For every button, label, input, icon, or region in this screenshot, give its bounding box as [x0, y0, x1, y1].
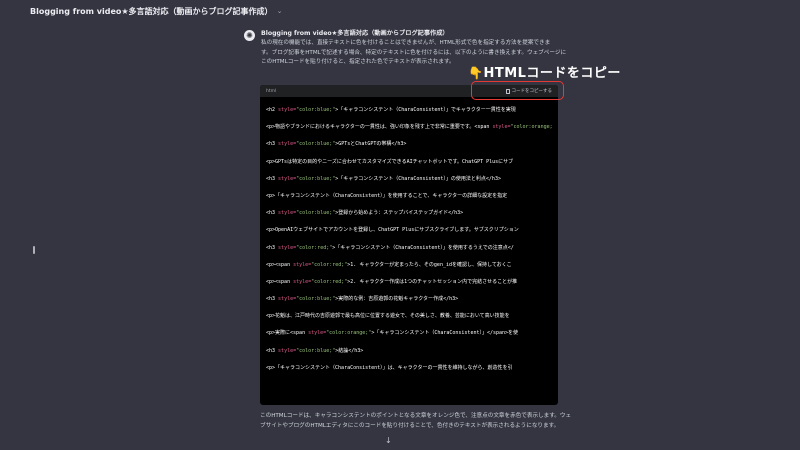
code-token: <p>OpenAIウェブサイトでアカウントを登録し、ChatGPT Plusにサ… [266, 227, 519, 234]
code-line: <p><span style="color:red;">1. キャラクターが定ま… [266, 261, 552, 278]
code-token: >「キャラコンシステント（CharaConsistent）」を使用するうえでの注… [332, 244, 514, 251]
code-line: <p>OpenAIウェブサイトでアカウントを登録し、ChatGPT Plusにサ… [266, 226, 552, 243]
code-token: <h3 [266, 175, 279, 182]
intro-line: す。ブログ記事をHTMLで記述する場合、特定のテキストに色を付けるには、以下のよ… [261, 49, 567, 56]
annotation-highlight-box [471, 81, 564, 100]
code-token: style= [492, 124, 511, 131]
code-token: "color:blue;" [296, 347, 336, 354]
code-token: style= [278, 107, 297, 113]
code-token: style= [278, 296, 297, 303]
code-token: "color:red;" [296, 244, 333, 251]
sidebar-toggle-handle[interactable] [33, 246, 35, 254]
annotation-text: HTMLコードをコピー [483, 66, 621, 81]
code-token: >登録から始めよう：ステップバイステップガイド</h3> [335, 210, 464, 217]
chevron-down-icon[interactable]: ⌄ [277, 7, 283, 15]
code-token: <h3 [266, 141, 279, 148]
code-token: >結論</h3> [335, 347, 364, 354]
code-token: "color:blue;" [296, 210, 336, 217]
code-block: html コードをコピーする <h2 style="color:blue;">「… [260, 85, 558, 405]
after-code-text: このHTMLコードは、キャラコンシステントのポイントとなる文章をオレンジ色で、注… [260, 412, 572, 431]
code-line: <h3 style="color:blue;">登録から始めよう：ステップバイス… [266, 209, 552, 226]
code-token: style= [278, 141, 297, 148]
code-line: <h3 style="color:red;">「キャラコンシステント（Chara… [266, 244, 552, 261]
code-line: <p><span style="color:red;">2. キャラクター作成は… [266, 278, 552, 295]
pointing-hand-icon: 👇 [468, 66, 484, 80]
code-token: <p>「キャラコンシステント（CharaConsistent）」を使用することで… [266, 192, 508, 199]
code-line: <p>花魁は、江戸時代の吉原遊郭で最も高位に位置する遊女で、その美しさ、教養、芸… [266, 312, 552, 329]
intro-line: 私の現在の機能では、直接テキストに色を付けることはできませんが、HTML形式で色… [261, 40, 551, 46]
code-token: >「キャラコンシステント（CharaConsistent）」</span>を使 [371, 330, 519, 337]
code-token: style= [278, 244, 297, 251]
code-token: <h3 [266, 296, 279, 303]
code-token: <h3 [266, 347, 279, 354]
code-token: <p>「キャラコンシステント（CharaConsistent）」は、キャラクター… [266, 364, 513, 371]
code-token: "color:orange;" [326, 330, 372, 337]
code-line: <h3 style="color:blue;">GPTsとChatGPTの帯構<… [266, 140, 552, 157]
code-token: <h2 [266, 107, 279, 113]
code-token: <p>実際に<span [266, 330, 309, 337]
code-token: <h3 [266, 244, 279, 251]
code-line: <h3 style="color:blue;">実際的な例：吉原遊郭の花魁キャラ… [266, 295, 552, 312]
code-token: >「キャラコンシステント（CharaConsistent）」の使用法と利点</h… [335, 175, 501, 182]
after-line: ブサイトやブログのHTMLエディタにこのコードを貼り付けることで、色付きのテキス… [260, 422, 560, 429]
message-author: Blogging from video★多言語対応（動画からブログ記事作成） [261, 30, 449, 37]
gpt-title-dropdown[interactable]: Blogging from video★多言語対応（動画からブログ記事作成） [30, 6, 273, 17]
code-token: style= [278, 347, 297, 354]
code-token: <p>GPTsは特定の目的やニーズに合わせてカスタマイズできるAIチャットボット… [266, 158, 514, 165]
code-token: "color:red;" [311, 261, 348, 268]
code-line: <p>GPTsは特定の目的やニーズに合わせてカスタマイズできるAIチャットボット… [266, 158, 552, 175]
code-token: "color:orange;" [510, 124, 552, 131]
code-token: >実際的な例：吉原遊郭の花魁キャラクター作成</h3> [335, 296, 459, 303]
code-line: <h3 style="color:blue;">結論</h3> [266, 347, 552, 364]
code-line: <p>物語やブランドにおけるキャラクターの一貫性は、強い印象を残す上で非常に重要… [266, 123, 552, 140]
top-bar: Blogging from video★多言語対応（動画からブログ記事作成） ⌄ [0, 0, 800, 22]
code-token: style= [293, 261, 312, 268]
arrow-down-icon[interactable]: ↓ [385, 436, 392, 445]
code-content[interactable]: <h2 style="color:blue;">「キャラコンシステント（Char… [260, 97, 558, 381]
code-token: <p>花魁は、江戸時代の吉原遊郭で最も高位に位置する遊女で、その美しさ、教養、芸… [266, 313, 510, 320]
code-line: <p>「キャラコンシステント（CharaConsistent）」を使用することで… [266, 192, 552, 209]
code-token: style= [293, 278, 312, 285]
code-token: <h3 [266, 210, 279, 217]
code-line: <h3 style="color:blue;">「キャラコンシステント（Char… [266, 175, 552, 192]
code-token: <p>物語やブランドにおけるキャラクターの一貫性は、強い印象を残す上で非常に重要… [266, 124, 493, 131]
code-token: style= [308, 330, 327, 337]
code-token: "color:blue;" [296, 107, 336, 113]
code-token: "color:blue;" [296, 175, 336, 182]
code-token: "color:blue;" [296, 296, 336, 303]
code-token: >「キャラコンシステント（CharaConsistent）」でキャラクター一貫性… [335, 107, 516, 113]
code-line: <p>実際に<span style="color:orange;">「キャラコン… [266, 329, 552, 346]
code-language-label: html [266, 88, 277, 94]
code-token: style= [278, 175, 297, 182]
code-token: >1. キャラクターが定まったら、そのgen_idを確認し、保持しておくこ [347, 261, 512, 268]
code-token: style= [278, 210, 297, 217]
chatgpt-logo-icon: ✺ [244, 30, 255, 41]
annotation-label: 👇HTMLコードをコピー [468, 62, 621, 81]
code-token: <p><span [266, 261, 294, 268]
code-token: >GPTsとChatGPTの帯構</h3> [335, 141, 407, 148]
code-token: >2. キャラクター作成は1つのチャットセッション内で完結させることが推 [347, 278, 518, 285]
code-token: "color:red;" [311, 278, 348, 285]
code-line: <p>「キャラコンシステント（CharaConsistent）」は、キャラクター… [266, 364, 552, 381]
code-token: "color:blue;" [296, 141, 336, 148]
after-line: このHTMLコードは、キャラコンシステントのポイントとなる文章をオレンジ色で、注… [260, 413, 572, 419]
code-line: <h2 style="color:blue;">「キャラコンシステント（Char… [266, 106, 552, 123]
code-token: <p><span [266, 278, 294, 285]
